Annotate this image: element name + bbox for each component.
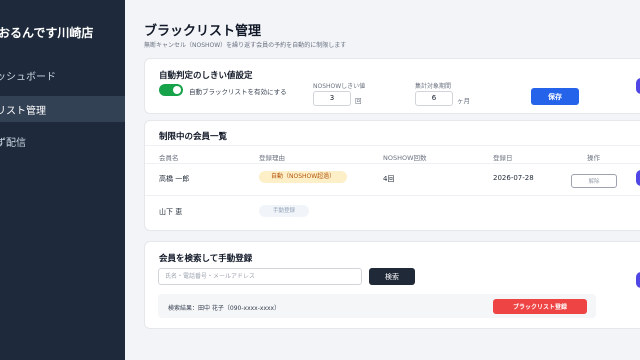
manual-card-title: 会員を検索して手動登録 bbox=[159, 254, 253, 264]
noshow-threshold-unit: 回 bbox=[355, 97, 362, 105]
search-button[interactable]: 検索 bbox=[369, 268, 415, 285]
page-subtitle: 無断キャンセル（NOSHOW）を繰り返す会員の予約を自動的に制限します bbox=[144, 42, 347, 49]
restricted-card-title: 制限中の会員一覧 bbox=[159, 132, 228, 142]
sidebar-item-label: リスト管理 bbox=[0, 105, 46, 117]
member-search-input[interactable]: 氏名・電話番号・メールアドレス bbox=[158, 268, 362, 285]
column-header-name: 会員名 bbox=[159, 154, 179, 162]
noshow-threshold-label: NOSHOWしきい値 bbox=[313, 83, 366, 90]
manual-register-card: 会員を検索して手動登録 氏名・電話番号・メールアドレス 検索 検索結果：田中 花… bbox=[144, 241, 640, 329]
period-unit: ヶ月 bbox=[457, 97, 470, 105]
sidebar-item-delivery[interactable]: ず配信 bbox=[0, 128, 125, 154]
restricted-members-card: 制限中の会員一覧 会員名 登録理由 NOSHOW回数 登録日 操作 高橋 一郎 … bbox=[144, 120, 640, 231]
search-result-text: 検索結果：田中 花子（090-xxxx-xxxx） bbox=[168, 305, 281, 312]
sidebar: おるんです川崎店 ッシュボード リスト管理 ず配信 bbox=[0, 0, 125, 360]
column-header-date: 登録日 bbox=[493, 154, 513, 162]
blacklist-register-button[interactable]: ブラックリスト登録 bbox=[493, 299, 587, 314]
threshold-card-title: 自動判定のしきい値設定 bbox=[159, 71, 253, 81]
noshow-count: 4回 bbox=[383, 175, 395, 183]
auto-blacklist-toggle-label: 自動ブラックリストを有効にする bbox=[189, 88, 287, 96]
member-name: 高橋 一郎 bbox=[159, 175, 190, 183]
search-result-row: 検索結果：田中 花子（090-xxxx-xxxx） ブラックリスト登録 bbox=[158, 294, 596, 318]
sidebar-item-blacklist[interactable]: リスト管理 bbox=[0, 96, 125, 122]
period-input[interactable]: 6 bbox=[415, 91, 453, 106]
sidebar-item-label: ッシュボード bbox=[0, 71, 56, 83]
threshold-card: 自動判定のしきい値設定 自動ブラックリストを有効にする NOSHOWしきい値 3… bbox=[144, 58, 640, 114]
page-title: ブラックリスト管理 bbox=[144, 24, 262, 39]
column-header-noshow: NOSHOW回数 bbox=[383, 154, 427, 162]
shop-name: おるんです川崎店 bbox=[0, 26, 94, 40]
auto-blacklist-toggle[interactable] bbox=[159, 84, 183, 96]
member-name: 山下 恵 bbox=[159, 208, 183, 216]
sidebar-item-dashboard[interactable]: ッシュボード bbox=[0, 62, 125, 88]
divider bbox=[145, 163, 640, 164]
divider bbox=[145, 195, 640, 196]
sidebar-item-label: ず配信 bbox=[0, 137, 26, 149]
divider bbox=[145, 145, 640, 146]
release-button[interactable]: 解除 bbox=[571, 174, 617, 188]
reason-badge-auto: 自動（NOSHOW超過） bbox=[259, 171, 348, 183]
column-header-reason: 登録理由 bbox=[259, 154, 285, 162]
edge-indicator bbox=[636, 170, 640, 186]
period-label: 集計対象期間 bbox=[415, 83, 452, 90]
register-date: 2026-07-28 bbox=[493, 174, 534, 182]
reason-badge-manual: 手動登録 bbox=[259, 205, 310, 217]
noshow-threshold-input[interactable]: 3 bbox=[313, 91, 351, 106]
column-header-action: 操作 bbox=[587, 154, 600, 162]
edge-indicator bbox=[636, 78, 640, 94]
save-button[interactable]: 保存 bbox=[531, 88, 579, 105]
edge-indicator bbox=[636, 272, 640, 288]
